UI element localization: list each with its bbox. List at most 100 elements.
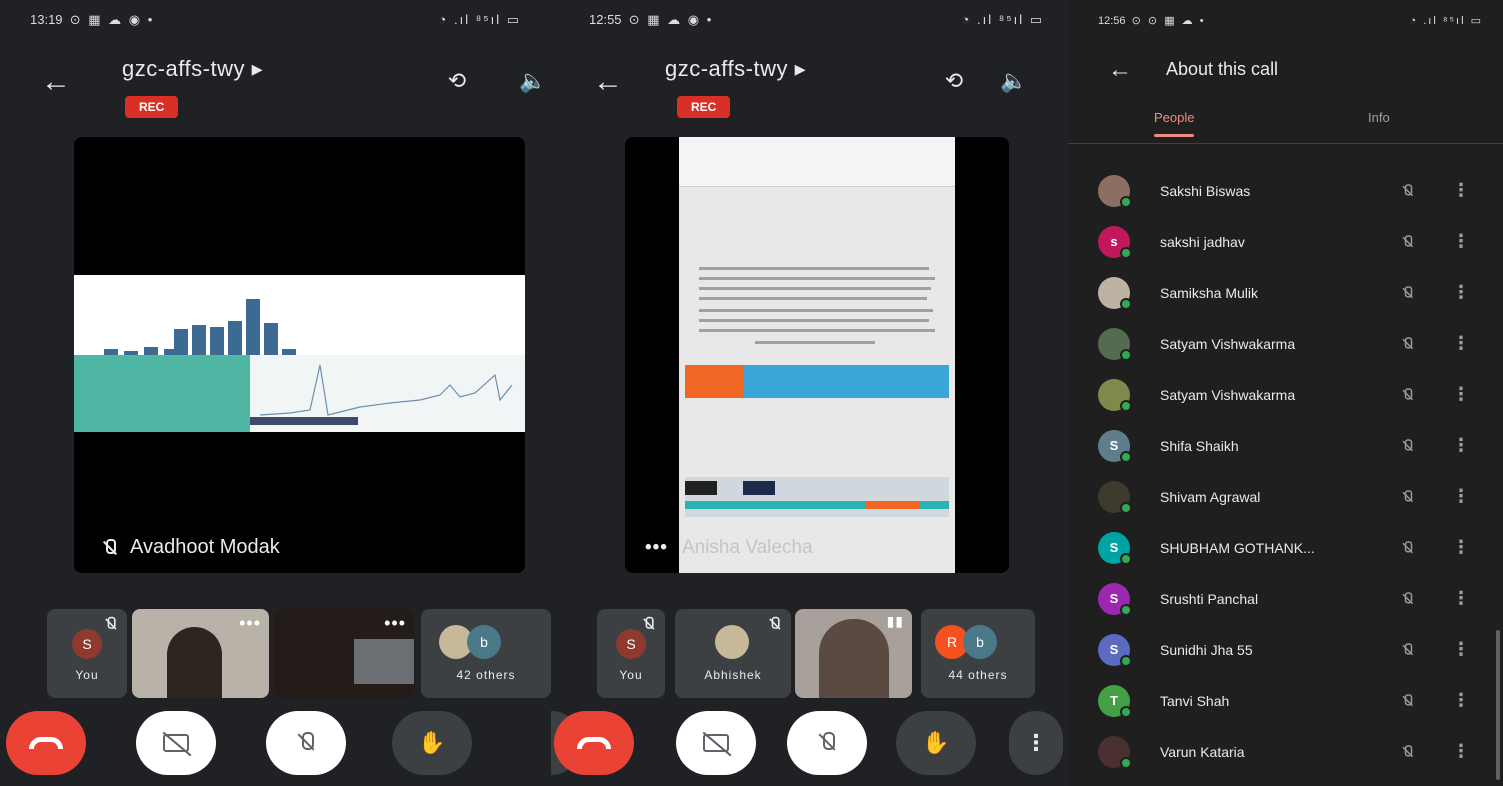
more-horiz-icon[interactable]: ••• (645, 537, 668, 559)
tile-participant-video[interactable]: ••• (132, 609, 269, 698)
camera-toggle-button[interactable] (136, 711, 216, 775)
list-item[interactable]: Samiksha Mulik ⋮ (1068, 267, 1503, 318)
camera-flip-icon: ⟲ (447, 68, 467, 93)
more-vert-icon[interactable]: ⋮ (1452, 282, 1470, 303)
mic-off-icon (1402, 183, 1413, 198)
tile-others[interactable]: R b 44 others (921, 609, 1035, 698)
tile-others[interactable]: b 42 others (421, 609, 551, 698)
participant-video-figure (167, 627, 222, 698)
page-title: About this call (1166, 59, 1279, 79)
doc-line (699, 329, 935, 332)
meet-panel-2: 12:55 ⊙ ▦ ☁ ◉ • ◔ .ıl ⁸⁵ıl ▭ ← gzc-affs-… (551, 0, 1068, 786)
more-vert-icon[interactable]: ⋮ (1452, 537, 1470, 558)
more-vert-icon[interactable]: ⋮ (1452, 384, 1470, 405)
mic-off-icon (104, 616, 116, 631)
tab-people[interactable]: People (1154, 110, 1195, 137)
list-item[interactable]: S Shifa Shaikh ⋮ (1068, 420, 1503, 471)
participant-video-figure (819, 619, 889, 698)
more-vert-icon[interactable]: ⋮ (1452, 741, 1470, 762)
status-bar: 12:56 ⊙ ⊙ ▦ ☁ • ◔ .ıl ⁸⁵ıl ▭ (1068, 0, 1503, 40)
more-vert-icon[interactable]: ⋮ (1452, 690, 1470, 711)
tile-you[interactable]: S You (47, 609, 127, 698)
thumbnail (685, 481, 717, 495)
tab-info[interactable]: Info (1368, 110, 1390, 125)
tile-you[interactable]: S You (597, 609, 665, 698)
more-horiz-icon[interactable]: ••• (239, 613, 261, 634)
mic-off-icon (1402, 744, 1413, 759)
phone-hangup-icon (577, 737, 611, 749)
mic-toggle-button[interactable] (787, 711, 867, 775)
avatar: S (1098, 582, 1132, 616)
mic-off-icon (1402, 438, 1413, 453)
more-options-button[interactable]: ⋮ (1009, 711, 1063, 775)
status-icons-left: ⊙ ⊙ ▦ ☁ • (1131, 14, 1206, 27)
tile-participant-video[interactable]: ▮▮ (795, 609, 912, 698)
list-item[interactable]: S Srushti Panchal ⋮ (1068, 573, 1503, 624)
participant-name: Satyam Vishwakarma (1160, 335, 1296, 352)
more-vert-icon[interactable]: ⋮ (1452, 639, 1470, 660)
list-item[interactable]: Shivam Agrawal ⋮ (1068, 471, 1503, 522)
tile-participant[interactable]: Abhishek (675, 609, 791, 698)
camera-off-icon (163, 734, 189, 752)
mic-off-icon (642, 616, 654, 631)
audio-level-icon: ▮▮ (886, 613, 904, 629)
list-item[interactable]: Satyam Vishwakarma ⋮ (1068, 369, 1503, 420)
participant-name: Sunidhi Jha 55 (1160, 641, 1253, 658)
speaker-button[interactable]: 🔈 (516, 66, 550, 96)
presentation-stage[interactable]: Avadhoot Modak (74, 137, 525, 573)
avatar (1098, 480, 1132, 514)
camera-toggle-button[interactable] (676, 711, 756, 775)
meeting-code[interactable]: gzc-affs-twy ▸ (122, 56, 263, 82)
end-call-button[interactable] (6, 711, 86, 775)
list-item[interactable]: T Tanvi Shah ⋮ (1068, 675, 1503, 726)
mic-off-icon (1402, 387, 1413, 402)
doc-line (699, 277, 935, 280)
more-vert-icon: ⋮ (1025, 730, 1047, 755)
avatar (1098, 378, 1132, 412)
banner-stripe (685, 365, 949, 398)
avatar: b (963, 625, 997, 659)
speaker-button[interactable]: 🔈 (997, 66, 1031, 96)
camera-flip-button[interactable]: ⟲ (440, 66, 474, 96)
list-item[interactable]: Varun Kataria ⋮ (1068, 726, 1503, 777)
list-item[interactable]: S SHUBHAM GOTHANK... ⋮ (1068, 522, 1503, 573)
more-vert-icon[interactable]: ⋮ (1452, 588, 1470, 609)
back-button[interactable]: ← (1102, 52, 1138, 88)
thumbnail (743, 481, 775, 495)
about-call-panel: 12:56 ⊙ ⊙ ▦ ☁ • ◔ .ıl ⁸⁵ıl ▭ ← About thi… (1068, 0, 1503, 786)
more-horiz-icon[interactable]: ••• (384, 613, 406, 634)
raise-hand-button[interactable]: ✋ (392, 711, 472, 775)
avatar (715, 625, 749, 659)
mic-toggle-button[interactable] (266, 711, 346, 775)
presenter-label: ••• Anisha Valecha (645, 537, 813, 559)
presentation-stage[interactable]: ••• Anisha Valecha (625, 137, 1009, 573)
doc-line (699, 319, 929, 322)
scrollbar[interactable] (1496, 630, 1500, 780)
back-button[interactable]: ← (590, 64, 626, 100)
raise-hand-button[interactable]: ✋ (896, 711, 976, 775)
avatar: S (1098, 429, 1132, 463)
camera-flip-button[interactable]: ⟲ (937, 66, 971, 96)
list-item[interactable]: S Sunidhi Jha 55 ⋮ (1068, 624, 1503, 675)
participant-name: Samiksha Mulik (1160, 284, 1259, 301)
mic-off-icon (1402, 591, 1413, 606)
tile-participant-video[interactable]: ••• (274, 609, 414, 698)
end-call-button[interactable] (554, 711, 634, 775)
more-vert-icon[interactable]: ⋮ (1452, 333, 1470, 354)
list-item[interactable]: s sakshi jadhav ⋮ (1068, 216, 1503, 267)
more-vert-icon[interactable]: ⋮ (1452, 486, 1470, 507)
arrow-left-icon: ← (593, 65, 623, 98)
meeting-code[interactable]: gzc-affs-twy ▸ (665, 56, 806, 82)
more-vert-icon[interactable]: ⋮ (1452, 180, 1470, 201)
more-vert-icon[interactable]: ⋮ (1452, 231, 1470, 252)
status-bar: 12:55 ⊙ ▦ ☁ ◉ • ◔ .ıl ⁸⁵ıl ▭ (551, 0, 1068, 40)
more-vert-icon[interactable]: ⋮ (1452, 435, 1470, 456)
mic-off-icon (820, 732, 835, 754)
list-item[interactable]: Sakshi Biswas ⋮ (1068, 165, 1503, 216)
rec-badge: REC (677, 96, 731, 118)
camera-off-icon (703, 734, 729, 752)
camera-flip-icon: ⟲ (944, 68, 964, 93)
chart-bar (228, 321, 242, 355)
back-button[interactable]: ← (38, 64, 74, 100)
list-item[interactable]: Satyam Vishwakarma ⋮ (1068, 318, 1503, 369)
